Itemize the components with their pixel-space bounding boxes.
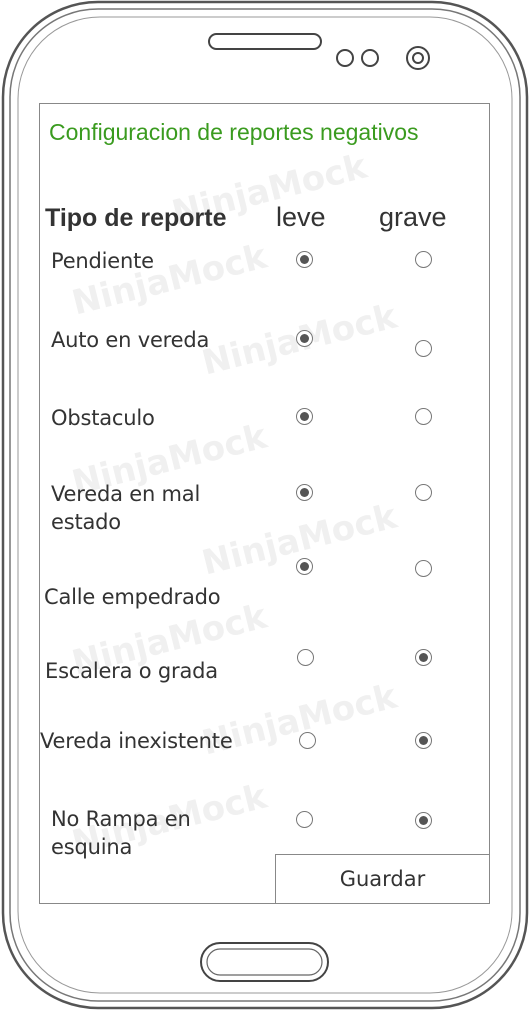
radio-grave[interactable] xyxy=(415,484,432,501)
radio-selected-dot xyxy=(419,816,428,825)
row-label: No Rampa en esquina xyxy=(51,805,191,861)
row-label-line: Obstaculo xyxy=(51,406,155,430)
row-label: Calle empedrado xyxy=(44,583,221,611)
row-label: Auto en vereda xyxy=(51,326,209,354)
radio-leve[interactable] xyxy=(297,649,314,666)
radio-leve[interactable] xyxy=(299,732,316,749)
radio-grave[interactable] xyxy=(415,408,432,425)
radio-selected-dot xyxy=(419,736,428,745)
radio-leve[interactable] xyxy=(296,251,313,268)
radio-grave[interactable] xyxy=(415,251,432,268)
radio-grave[interactable] xyxy=(415,560,432,577)
radio-leve[interactable] xyxy=(296,811,313,828)
radio-selected-dot xyxy=(300,255,309,264)
row-label-line: Auto en vereda xyxy=(51,328,210,352)
row-label-line: Vereda inexistente xyxy=(40,729,233,753)
column-header-leve: leve xyxy=(276,202,326,232)
row-label-line: No Rampa en xyxy=(51,807,191,831)
row-label: Vereda inexistente xyxy=(40,727,233,755)
row-label-line: estado xyxy=(51,510,121,534)
radio-leve[interactable] xyxy=(296,558,313,575)
home-button-icon xyxy=(200,942,329,982)
row-label: Obstaculo xyxy=(51,404,155,432)
save-button[interactable]: Guardar xyxy=(275,854,490,904)
radio-leve[interactable] xyxy=(296,484,313,501)
row-label-line: Calle empedrado xyxy=(44,585,221,609)
column-header-grave: grave xyxy=(379,202,447,232)
row-label-line: Escalera o grada xyxy=(45,659,218,683)
radio-leve[interactable] xyxy=(296,408,313,425)
radio-grave[interactable] xyxy=(415,649,432,666)
radio-selected-dot xyxy=(419,653,428,662)
sensor-icon xyxy=(406,46,430,70)
row-label-line: esquina xyxy=(51,835,133,859)
radio-selected-dot xyxy=(300,488,309,497)
row-label-line: Pendiente xyxy=(51,249,154,273)
row-label-line: Vereda en mal xyxy=(51,482,201,506)
radio-leve[interactable] xyxy=(296,330,313,347)
page-title: Configuracion de reportes negativos xyxy=(49,119,419,145)
radio-selected-dot xyxy=(300,412,309,421)
row-label: Vereda en mal estado xyxy=(51,480,200,536)
radio-selected-dot xyxy=(300,562,309,571)
row-label: Pendiente xyxy=(51,247,154,275)
radio-grave[interactable] xyxy=(415,340,432,357)
column-header-type: Tipo de reporte xyxy=(45,204,227,232)
speaker-grille-icon xyxy=(208,33,322,50)
radio-grave[interactable] xyxy=(415,812,432,829)
radio-grave[interactable] xyxy=(415,732,432,749)
radio-selected-dot xyxy=(300,334,309,343)
row-label: Escalera o grada xyxy=(45,657,218,685)
